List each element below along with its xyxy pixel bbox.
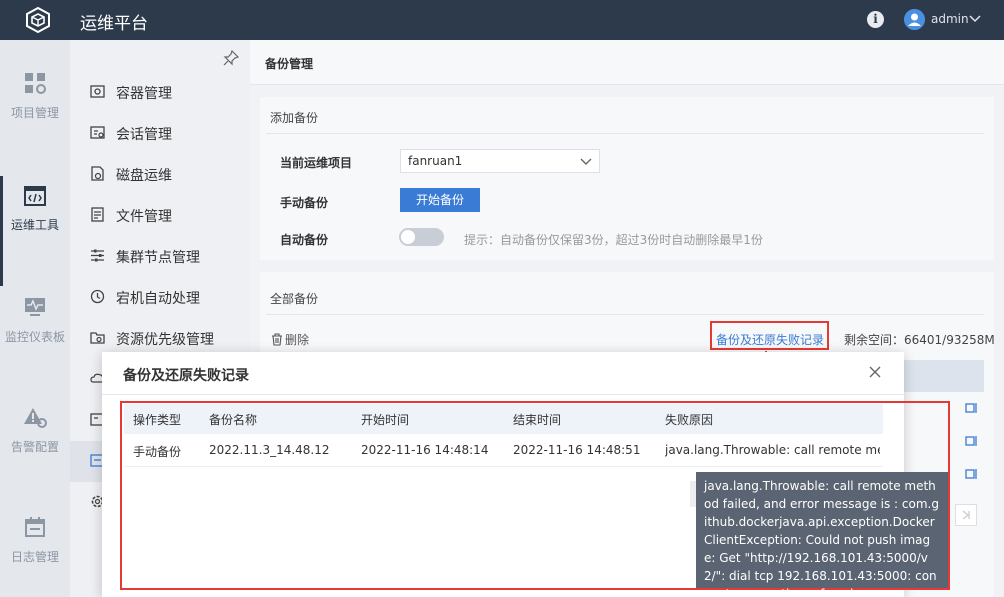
submenu-label: 容器管理	[116, 86, 172, 102]
divider	[266, 133, 984, 134]
project-select-value: fanruan1	[408, 154, 463, 168]
info-icon[interactable]: i	[867, 11, 884, 28]
submenu-item-sessions[interactable]: 会话管理	[70, 113, 250, 154]
session-icon	[90, 126, 105, 139]
rail-label: 运维工具	[10, 218, 59, 232]
rail-item-monitor[interactable]: 监控仪表板	[0, 296, 70, 406]
delete-button[interactable]: 删除	[271, 331, 309, 348]
top-bar	[0, 0, 1004, 40]
folder-gear-icon	[90, 332, 105, 344]
project-label: 当前运维项目	[280, 156, 353, 170]
annotation-highlight-link	[710, 321, 829, 350]
auto-backup-toggle[interactable]	[399, 228, 444, 246]
trash-icon	[272, 333, 282, 346]
auto-backup-hint: 提示：自动备份仅保留3份，超过3份时自动删除最早1份	[464, 233, 763, 247]
disk-icon	[91, 166, 104, 181]
restore-icon[interactable]	[965, 467, 979, 481]
grid-icon	[25, 73, 46, 94]
submenu-label: 宕机自动处理	[116, 291, 200, 307]
page-title: 备份管理	[265, 57, 314, 71]
code-window-icon	[24, 186, 46, 206]
submenu-label: 资源优先级管理	[116, 332, 214, 348]
add-backup-title: 添加备份	[270, 111, 319, 125]
username[interactable]: admin	[931, 12, 969, 26]
submenu-item-files[interactable]: 文件管理	[70, 195, 250, 236]
rail-label: 监控仪表板	[4, 330, 65, 344]
warning-gear-icon	[24, 408, 47, 428]
calendar-icon	[25, 517, 45, 537]
submenu-item-cluster-nodes[interactable]: 集群节点管理	[70, 236, 250, 277]
submenu-label: 磁盘运维	[116, 168, 172, 184]
dialog-title: 备份及还原失败记录	[123, 368, 249, 384]
pin-icon[interactable]	[223, 50, 239, 66]
container-icon	[90, 85, 105, 98]
file-icon	[91, 207, 104, 222]
rail-label: 告警配置	[10, 440, 59, 454]
submenu-item-auto-recovery[interactable]: 宕机自动处理	[70, 277, 250, 318]
sliders-icon	[91, 249, 104, 262]
close-icon[interactable]	[866, 363, 884, 381]
all-backups-title: 全部备份	[270, 292, 319, 306]
toggle-knob	[401, 230, 415, 244]
rail-label: 项目管理	[10, 106, 59, 120]
rail-label: 日志管理	[10, 550, 59, 564]
project-select[interactable]: fanruan1	[400, 149, 600, 173]
manual-backup-label: 手动备份	[280, 196, 329, 210]
submenu-item-containers[interactable]: 容器管理	[70, 72, 250, 113]
rail-item-logs[interactable]: 日志管理	[0, 516, 70, 597]
submenu-item-disk[interactable]: 磁盘运维	[70, 154, 250, 195]
last-page-button[interactable]	[955, 504, 977, 526]
rail-item-alerts[interactable]: 告警配置	[0, 406, 70, 516]
last-page-icon	[962, 510, 970, 520]
app-title: 运维平台	[80, 14, 148, 34]
monitor-pulse-icon	[25, 298, 45, 316]
start-backup-button[interactable]: 开始备份	[400, 188, 480, 212]
user-avatar-icon[interactable]	[904, 9, 925, 30]
chevron-down-icon	[580, 158, 592, 165]
page-header	[250, 40, 1004, 85]
restore-icon[interactable]	[965, 401, 979, 415]
divider	[266, 314, 984, 315]
restore-icon[interactable]	[965, 434, 979, 448]
restart-icon	[90, 289, 105, 304]
cube-logo-icon[interactable]	[24, 6, 52, 34]
chevron-down-icon[interactable]	[968, 11, 982, 25]
dialog-divider	[102, 394, 904, 395]
rail-item-ops-tools[interactable]: 运维工具	[0, 176, 70, 286]
submenu-label: 会话管理	[116, 127, 172, 143]
auto-backup-label: 自动备份	[280, 233, 329, 247]
delete-label: 删除	[285, 333, 310, 347]
remaining-space: 剩余空间：66401/93258M	[844, 333, 995, 347]
submenu-label: 集群节点管理	[116, 250, 200, 266]
fail-reason-tooltip: java.lang.Throwable: call remote method …	[696, 472, 948, 597]
rail-item-projects[interactable]: 项目管理	[0, 72, 70, 182]
submenu-label: 文件管理	[116, 209, 172, 225]
